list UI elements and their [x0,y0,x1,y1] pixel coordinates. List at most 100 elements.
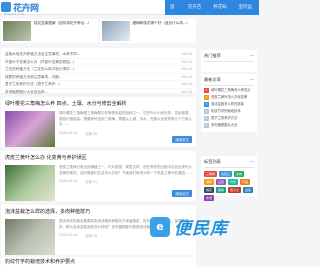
featured-title: 腊梅和桃花哪个好（适合什么场...） [132,21,190,25]
sidebar-heading: 最新文章 — [204,77,254,86]
site-logo[interactable]: 花卉网 flowerzz.com [1,1,39,16]
list-item-date: 03-04 [181,74,192,79]
list-item-date: 03-04 [181,89,192,94]
list-item-date: 03-04 [181,52,192,56]
article-views: 阅读 26 [85,131,97,136]
sidebar-item-title: 绿叶樱花三角梅怎么养四点 [211,88,251,92]
sidebar-item[interactable]: 3 泡沫盆栽怎么样的选择 [204,102,254,107]
sidebar-box-hot: 热门推荐 — [201,50,257,72]
tag-cloud: 三角梅 虎皮兰 多肉绿萝 兰花 竹芋 芦荟桃花 腊梅 君子兰 盆栽水培 [204,171,254,201]
list-item[interactable]: 绿萝的养殖方法和注意事项，详细... 03-04 [5,74,192,81]
featured-title: 桃花盆景图解（如何将花卉养出...） [34,21,92,25]
main-nav: 首页 花卉百科 养花知识 室内盆栽 [165,0,259,25]
sidebar-heading-accent: — [249,159,254,164]
article-title[interactable]: 豹纹竹芋的栽培技术和养护要点 [5,259,192,266]
list-item[interactable]: 多肉植物图片大全及名称... 03-04 [5,89,192,96]
sidebar-item[interactable]: 1 绿叶樱花三角梅怎么养四点 [204,88,254,93]
sidebar-box-latest: 最新文章 — 1 绿叶樱花三角梅怎么养四点 2 虎皮兰黄叶怎么办化变黄 3 泡沫盆栽怎么… [201,74,257,132]
rank-badge: 1 [204,88,209,93]
list-item-date: 03-04 [181,67,192,71]
nav-knowledge[interactable]: 养花知识 [208,0,234,25]
article-views: 阅读 31 [85,180,97,184]
rank-badge: 2 [204,95,209,100]
article-thumb[interactable] [5,165,55,201]
featured-cards: 桃花盆景图解（如何将花卉养出...） 腊梅和桃花哪个好（适合什么场...） [1,19,196,43]
article-date: 2024-03-04 [59,179,78,183]
list-item-title: 盆栽水培花卉养殖方法及注意事项，水养不同... [5,52,81,56]
watermark: e 便民库 [150,214,228,239]
logo-sub: flowerzz.com [4,12,24,16]
rank-badge: 4 [204,109,209,114]
sidebar-item[interactable]: 6 多肉植物图片大全 [204,123,254,128]
article-card[interactable]: 豹纹竹芋的栽培技术和养护要点 [1,257,196,267]
featured-thumb [3,21,31,41]
article-date: 2024-03-04 [59,233,78,237]
article-title[interactable]: 绿叶樱花三角梅怎么养 四点，土壤、水分与修剪全解析 [5,101,192,108]
logo-icon [1,2,11,12]
tag-chip[interactable]: 三角梅 [204,171,218,177]
sidebar-item-title: 君子兰的养护方法 [211,116,238,120]
nav-indoor[interactable]: 室内盆栽 [233,0,259,25]
list-item-date: 03-04 [181,59,192,64]
rank-badge: 5 [204,116,209,121]
list-item[interactable]: 兰花的种植方法（兰花怎么种才能长得好...） 03-04 [5,66,192,74]
tag-chip[interactable]: 绿萝 [204,179,215,185]
article-card[interactable]: 绿叶樱花三角梅怎么养 四点，土壤、水分与修剪全解析 绿叶樱花三角梅是三角梅属中非… [1,97,196,147]
read-more-button[interactable]: 阅读全文 [172,190,192,197]
sidebar-item-title: 泡沫盆栽怎么样的选择 [211,102,244,106]
read-more-button[interactable]: 阅读全文 [172,136,192,143]
list-item[interactable]: 芦荟叶子发黄怎么办（芦荟叶发黄的原因...） 03-04 [5,59,192,66]
list-item-title: 君子兰的养护方法（君子兰养护...） [5,82,63,86]
rank-badge: 6 [204,123,209,128]
tag-chip[interactable]: 竹芋 [228,179,239,185]
tag-chip[interactable]: 芦荟 [240,179,251,185]
article-date: 2024-03-04 [59,130,78,135]
list-item[interactable]: 君子兰的养护方法（君子兰养护...） 03-04 [5,81,192,89]
featured-card[interactable]: 腊梅和桃花哪个好（适合什么场...） [99,19,196,43]
sidebar-heading: 热门推荐 — [204,53,254,62]
tag-chip[interactable]: 盆栽 [243,187,254,193]
list-item-title: 兰花的种植方法（兰花怎么种才能长得好...） [5,67,77,71]
tag-chip[interactable]: 腊梅 [216,187,227,193]
list-item-title: 多肉植物图片大全及名称... [5,89,48,94]
sidebar-item[interactable]: 4 豹纹竹芋的栽培技术 [204,109,254,114]
sidebar-item-title: 多肉植物图片大全 [211,123,238,127]
tag-chip[interactable]: 水培 [204,195,215,201]
tag-chip[interactable]: 多肉 [234,171,245,177]
rank-badge: 3 [204,102,209,107]
featured-card[interactable]: 桃花盆景图解（如何将花卉养出...） [1,19,98,43]
list-item[interactable]: 盆栽水培花卉养殖方法及注意事项，水养不同... 03-04 [5,51,192,59]
sidebar-heading-accent: — [249,53,254,58]
sidebar-item-title: 虎皮兰黄叶怎么办化变黄 [211,95,248,99]
article-thumb[interactable] [5,111,55,147]
article-desc: 绿叶樱花三角梅是三角梅属中非常受欢迎的品种之一，它的叶片小而光亮，花色艳丽，观赏… [59,111,192,126]
nav-encyclopedia[interactable]: 花卉百科 [182,0,209,25]
watermark-icon: e [150,216,170,237]
article-views: 阅读 18 [85,234,97,238]
article-desc: 虎皮兰是我们常见的绿植之一，叶片挺拔，寓意吉祥，但在养护的过程中也会出现叶片变黄… [59,165,192,175]
sidebar-heading-text: 最新文章 [204,77,221,82]
sidebar-heading: 标签列表 — [204,159,254,168]
sidebar-heading-accent: — [249,77,254,82]
nav-home[interactable]: 首页 [165,0,183,25]
article-list: 盆栽水培花卉养殖方法及注意事项，水养不同... 03-04 芦荟叶子发黄怎么办（芦… [1,48,196,96]
sidebar-heading-text: 热门推荐 [204,53,221,58]
article-card[interactable]: 虎皮兰黄叶怎么办 化变黄与养护误区 虎皮兰是我们常见的绿植之一，叶片挺拔，寓意吉… [1,151,196,201]
watermark-text: 便民库 [174,219,228,239]
top-bar: 花卉网 flowerzz.com 首页 花卉百科 养花知识 室内盆栽 [0,0,259,25]
article-title[interactable]: 虎皮兰黄叶怎么办 化变黄与养护误区 [5,155,192,162]
featured-thumb [101,21,130,41]
sidebar-box-tags: 标签列表 — 三角梅 虎皮兰 多肉绿萝 兰花 竹芋 芦荟桃花 腊梅 君子兰 盆栽水培 [201,156,257,201]
list-item-title: 绿萝的养殖方法和注意事项，详细... [5,74,63,79]
list-item-title: 芦荟叶子发黄怎么办（芦荟叶发黄的原因...） [5,59,77,64]
sidebar-item-title: 豹纹竹芋的栽培技术 [211,109,241,113]
sidebar-item[interactable]: 5 君子兰的养护方法 [204,116,254,121]
tag-chip[interactable]: 虎皮兰 [219,171,233,177]
article-thumb[interactable] [5,219,55,255]
sidebar-heading-text: 标签列表 [204,159,221,164]
list-item-date: 03-04 [181,82,192,86]
sidebar-item[interactable]: 2 虎皮兰黄叶怎么办化变黄 [204,95,254,100]
tag-chip[interactable]: 兰花 [216,179,227,185]
tag-chip[interactable]: 君子兰 [228,187,242,193]
tag-chip[interactable]: 桃花 [204,187,215,193]
